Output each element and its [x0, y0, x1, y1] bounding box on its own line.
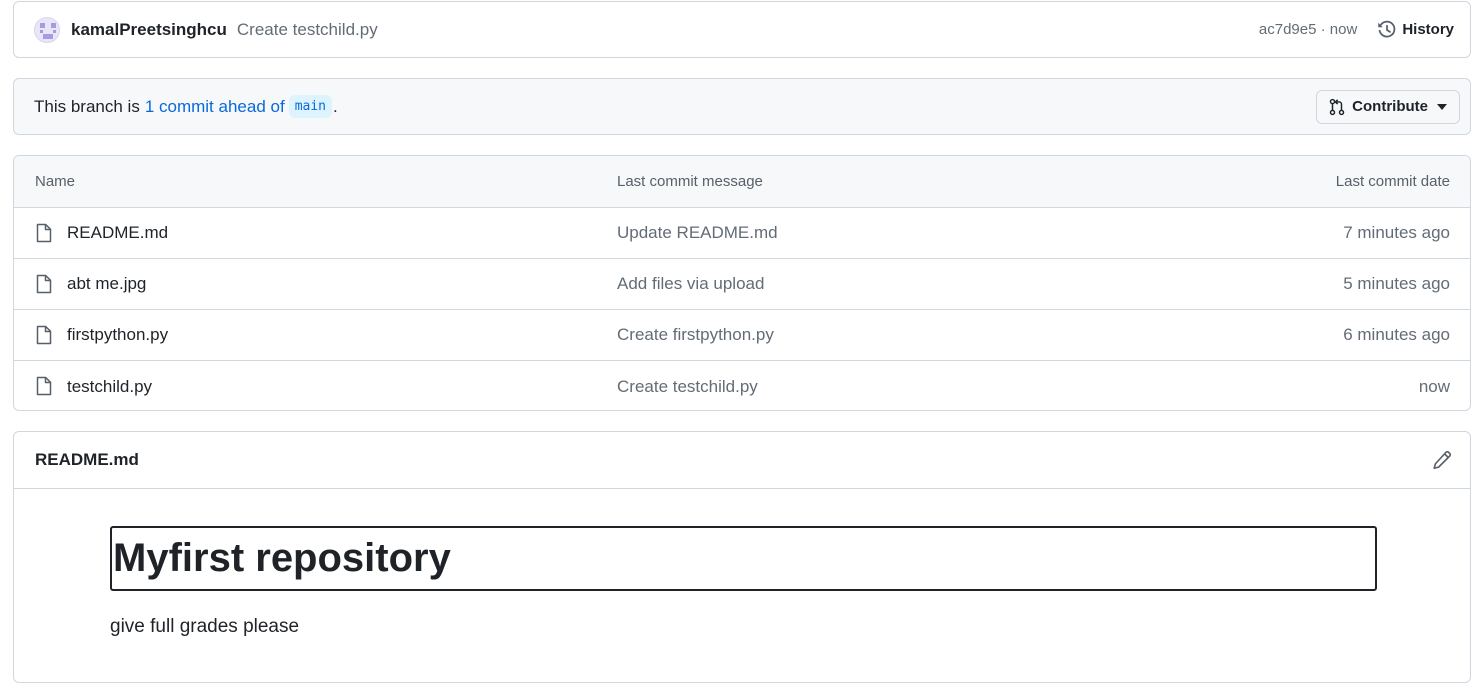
history-clock-icon — [1378, 20, 1396, 37]
commit-author[interactable]: kamalPreetsinghcu — [71, 20, 227, 40]
file-commit-date: 5 minutes ago — [1343, 274, 1450, 293]
file-commit-message[interactable]: Create firstpython.py — [617, 325, 774, 345]
latest-commit-bar: kamalPreetsinghcu Create testchild.py ac… — [13, 1, 1471, 58]
file-name[interactable]: README.md — [67, 223, 168, 243]
file-name[interactable]: abt me.jpg — [67, 274, 146, 294]
file-icon — [36, 274, 52, 294]
history-button[interactable]: History — [1377, 20, 1454, 40]
readme-panel: README.md Myfirst repository give full g… — [13, 431, 1471, 683]
commit-message[interactable]: Create testchild.py — [237, 20, 378, 40]
file-table-header: Name Last commit message Last commit dat… — [14, 156, 1470, 208]
git-pull-request-icon — [1329, 98, 1345, 115]
header-last-commit-date: Last commit date — [1335, 173, 1450, 190]
base-branch-chip[interactable]: main — [288, 95, 332, 118]
author-avatar[interactable] — [34, 16, 60, 43]
branch-prefix: This branch is — [34, 96, 140, 116]
history-label: History — [1402, 21, 1454, 38]
file-row[interactable]: README.md Update README.md 7 minutes ago — [14, 208, 1470, 259]
file-commit-message[interactable]: Add files via upload — [617, 274, 764, 294]
branch-status-text: This branch is 1 commit ahead of main . — [34, 95, 338, 118]
file-icon — [36, 376, 52, 396]
pencil-icon[interactable] — [1432, 450, 1452, 470]
identicon-icon — [40, 22, 56, 39]
contribute-button[interactable]: Contribute — [1316, 89, 1460, 124]
header-name: Name — [35, 173, 76, 190]
readme-heading: Myfirst repository — [113, 536, 451, 580]
file-row[interactable]: testchild.py Create testchild.py now — [14, 361, 1470, 410]
header-last-commit-message: Last commit message — [617, 173, 763, 190]
file-commit-date: 6 minutes ago — [1343, 325, 1450, 344]
readme-body: Myfirst repository give full grades plea… — [14, 489, 1470, 683]
commit-sha-time[interactable]: ac7d9e5 · now — [1259, 21, 1357, 38]
caret-down-icon — [1437, 103, 1447, 110]
branch-status-bar: This branch is 1 commit ahead of main . … — [13, 78, 1471, 135]
file-commit-message[interactable]: Create testchild.py — [617, 377, 758, 397]
readme-heading-box: Myfirst repository — [110, 526, 1377, 591]
file-name[interactable]: firstpython.py — [67, 325, 168, 345]
contribute-label: Contribute — [1352, 98, 1428, 115]
file-table: Name Last commit message Last commit dat… — [13, 155, 1471, 411]
file-icon — [36, 223, 52, 243]
readme-paragraph: give full grades please — [110, 616, 300, 637]
commits-ahead-link[interactable]: 1 commit ahead of — [145, 97, 285, 117]
file-name[interactable]: testchild.py — [67, 377, 152, 397]
readme-title[interactable]: README.md — [35, 450, 139, 470]
readme-header: README.md — [14, 432, 1470, 489]
file-row[interactable]: firstpython.py Create firstpython.py 6 m… — [14, 310, 1470, 361]
file-row[interactable]: abt me.jpg Add files via upload 5 minute… — [14, 259, 1470, 310]
file-commit-message[interactable]: Update README.md — [617, 223, 778, 243]
file-commit-date: 7 minutes ago — [1343, 223, 1450, 242]
file-icon — [36, 325, 52, 345]
file-commit-date: now — [1418, 376, 1450, 396]
branch-suffix: . — [333, 96, 338, 116]
